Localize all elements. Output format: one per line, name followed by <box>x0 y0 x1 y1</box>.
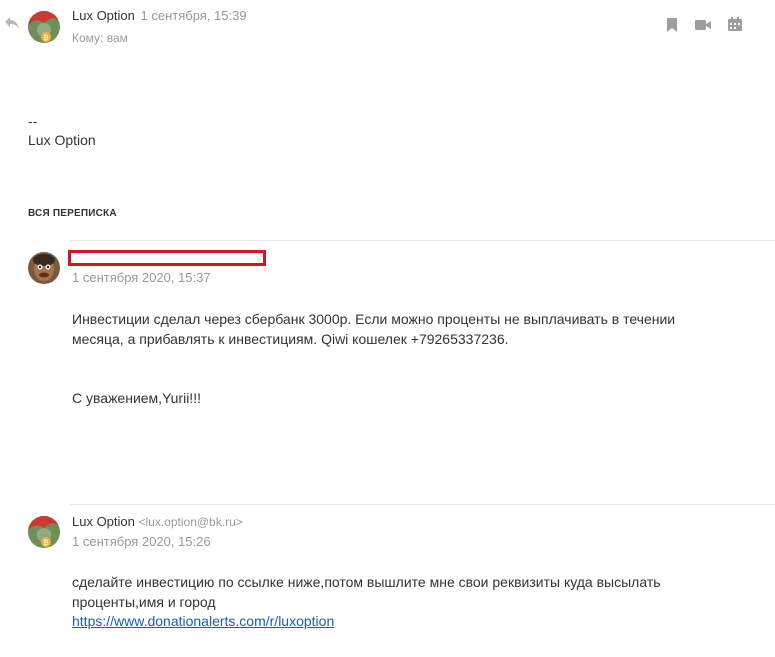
top-sender-line: Lux Option 1 сентября, 15:39 <box>72 8 247 23</box>
sender-name[interactable]: Lux Option <box>72 514 135 529</box>
signature-dash: -- <box>28 113 38 129</box>
redaction-box <box>68 250 266 266</box>
svg-text:₿: ₿ <box>43 539 48 547</box>
divider <box>70 504 775 505</box>
video-icon[interactable] <box>694 17 712 33</box>
message-date: 1 сентября 2020, 15:37 <box>72 270 211 285</box>
bookmark-icon[interactable] <box>664 17 680 33</box>
message-body-line: Инвестиции сделал через сбербанк 3000р. … <box>72 311 676 327</box>
sender-avatar: ₿ <box>28 516 60 548</box>
sender-avatar <box>28 252 60 284</box>
sender-name[interactable]: Lux Option <box>72 8 135 23</box>
message-body-line: проценты,имя и город <box>72 594 216 610</box>
message-closing: С уважением,Yurii!!! <box>72 390 201 406</box>
donation-link[interactable]: https://www.donationalerts.com/r/luxopti… <box>72 613 334 629</box>
message-body-line: месяца, а прибавлять к инвестициям. Qiwi… <box>72 331 509 347</box>
signature-name: Lux Option <box>28 132 96 148</box>
message-date: 1 сентября 2020, 15:26 <box>72 534 211 549</box>
svg-text:₿: ₿ <box>43 34 48 42</box>
recipient-line: Кому: вам <box>72 31 128 45</box>
reply-icon[interactable] <box>4 16 20 30</box>
divider <box>70 240 775 241</box>
message-body-line: сделайте инвестицию по ссылке ниже,потом… <box>72 574 661 590</box>
thread-title: ВСЯ ПЕРЕПИСКА <box>28 208 117 219</box>
message-sender-line: Lux Option <lux.option@bk.ru> <box>72 514 243 529</box>
message-date: 1 сентября, 15:39 <box>140 8 247 23</box>
sender-email: <lux.option@bk.ru> <box>138 515 243 529</box>
calendar-icon[interactable] <box>727 16 743 32</box>
sender-avatar: ₿ <box>28 11 60 43</box>
